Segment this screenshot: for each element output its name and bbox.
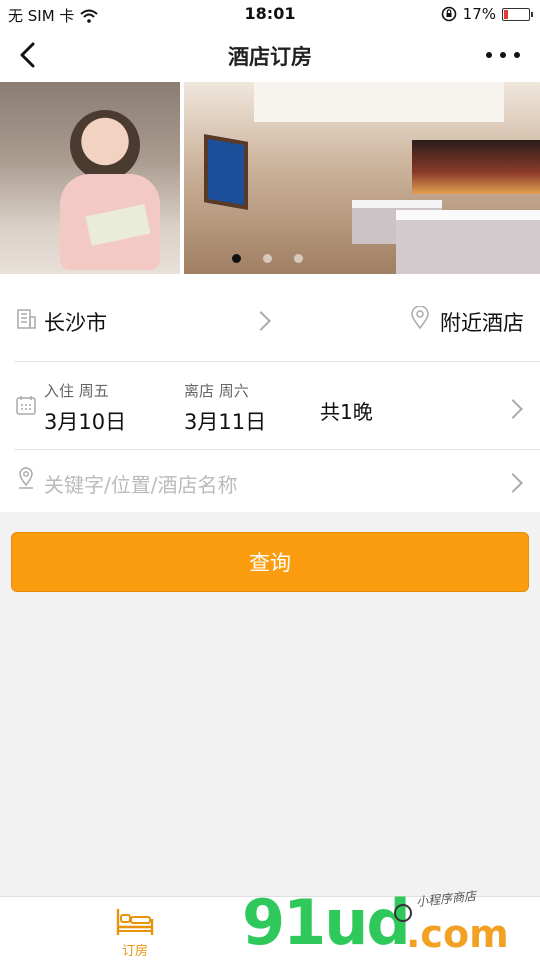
query-button[interactable]: 查询 (11, 532, 529, 592)
tab-booking[interactable]: 订房 (104, 903, 166, 959)
status-right: 17% (441, 5, 533, 23)
page-title: 酒店订房 (228, 45, 312, 69)
more-dot-icon (500, 52, 506, 58)
chevron-right-icon[interactable] (251, 311, 271, 331)
status-bar: 无 SIM 卡 18:01 17% (0, 0, 540, 30)
booking-form: 长沙市 附近酒店 入住 周五 3月10日 离店 周六 3月11日 共1晚 关键字… (0, 274, 540, 512)
more-options-button[interactable] (486, 40, 520, 70)
watermark-tagline: 小程序商店 (415, 888, 477, 910)
carousel-dot[interactable] (263, 254, 272, 263)
chevron-right-icon[interactable] (503, 399, 523, 419)
building-icon (17, 309, 36, 329)
carousel-dot[interactable] (294, 254, 303, 263)
chevron-right-icon[interactable] (503, 473, 523, 493)
carousel-dot[interactable] (232, 254, 241, 263)
hotel-photo-guest (0, 82, 180, 274)
keyword-search-input[interactable]: 关键字/位置/酒店名称 (44, 469, 237, 498)
carousel-indicator (232, 254, 303, 263)
more-dot-icon (514, 52, 520, 58)
nights-count: 共1晚 (320, 400, 373, 424)
calendar-icon (16, 396, 36, 415)
hotel-photo-room (184, 82, 540, 274)
bed-icon (116, 909, 154, 935)
banner-carousel[interactable] (0, 82, 540, 274)
city-selector[interactable]: 长沙市 (44, 307, 107, 337)
battery-icon (502, 7, 533, 21)
rotation-lock-icon (441, 6, 456, 22)
checkin-date[interactable]: 3月10日 (44, 406, 126, 436)
battery-level (504, 9, 509, 19)
checkin-label: 入住 周五 (44, 382, 109, 400)
location-pin-icon (411, 306, 429, 330)
battery-text: 17% (462, 5, 496, 23)
tab-booking-label: 订房 (121, 944, 148, 959)
watermark-logo: 91ud 小程序商店 .com (238, 886, 538, 960)
checkout-date[interactable]: 3月11日 (184, 406, 266, 436)
date-row[interactable]: 入住 周五 3月10日 离店 周六 3月11日 共1晚 (0, 362, 540, 450)
map-pin-icon (19, 467, 33, 489)
city-row: 长沙市 附近酒店 (0, 274, 540, 362)
more-dot-icon (486, 52, 492, 58)
nearby-hotels-button[interactable]: 附近酒店 (440, 307, 524, 337)
watermark-brand: 91ud (242, 886, 411, 959)
watermark-suffix: .com (406, 912, 509, 956)
search-row[interactable]: 关键字/位置/酒店名称 (0, 450, 540, 512)
navigation-bar: 酒店订房 (0, 30, 540, 82)
checkout-label: 离店 周六 (184, 382, 249, 400)
